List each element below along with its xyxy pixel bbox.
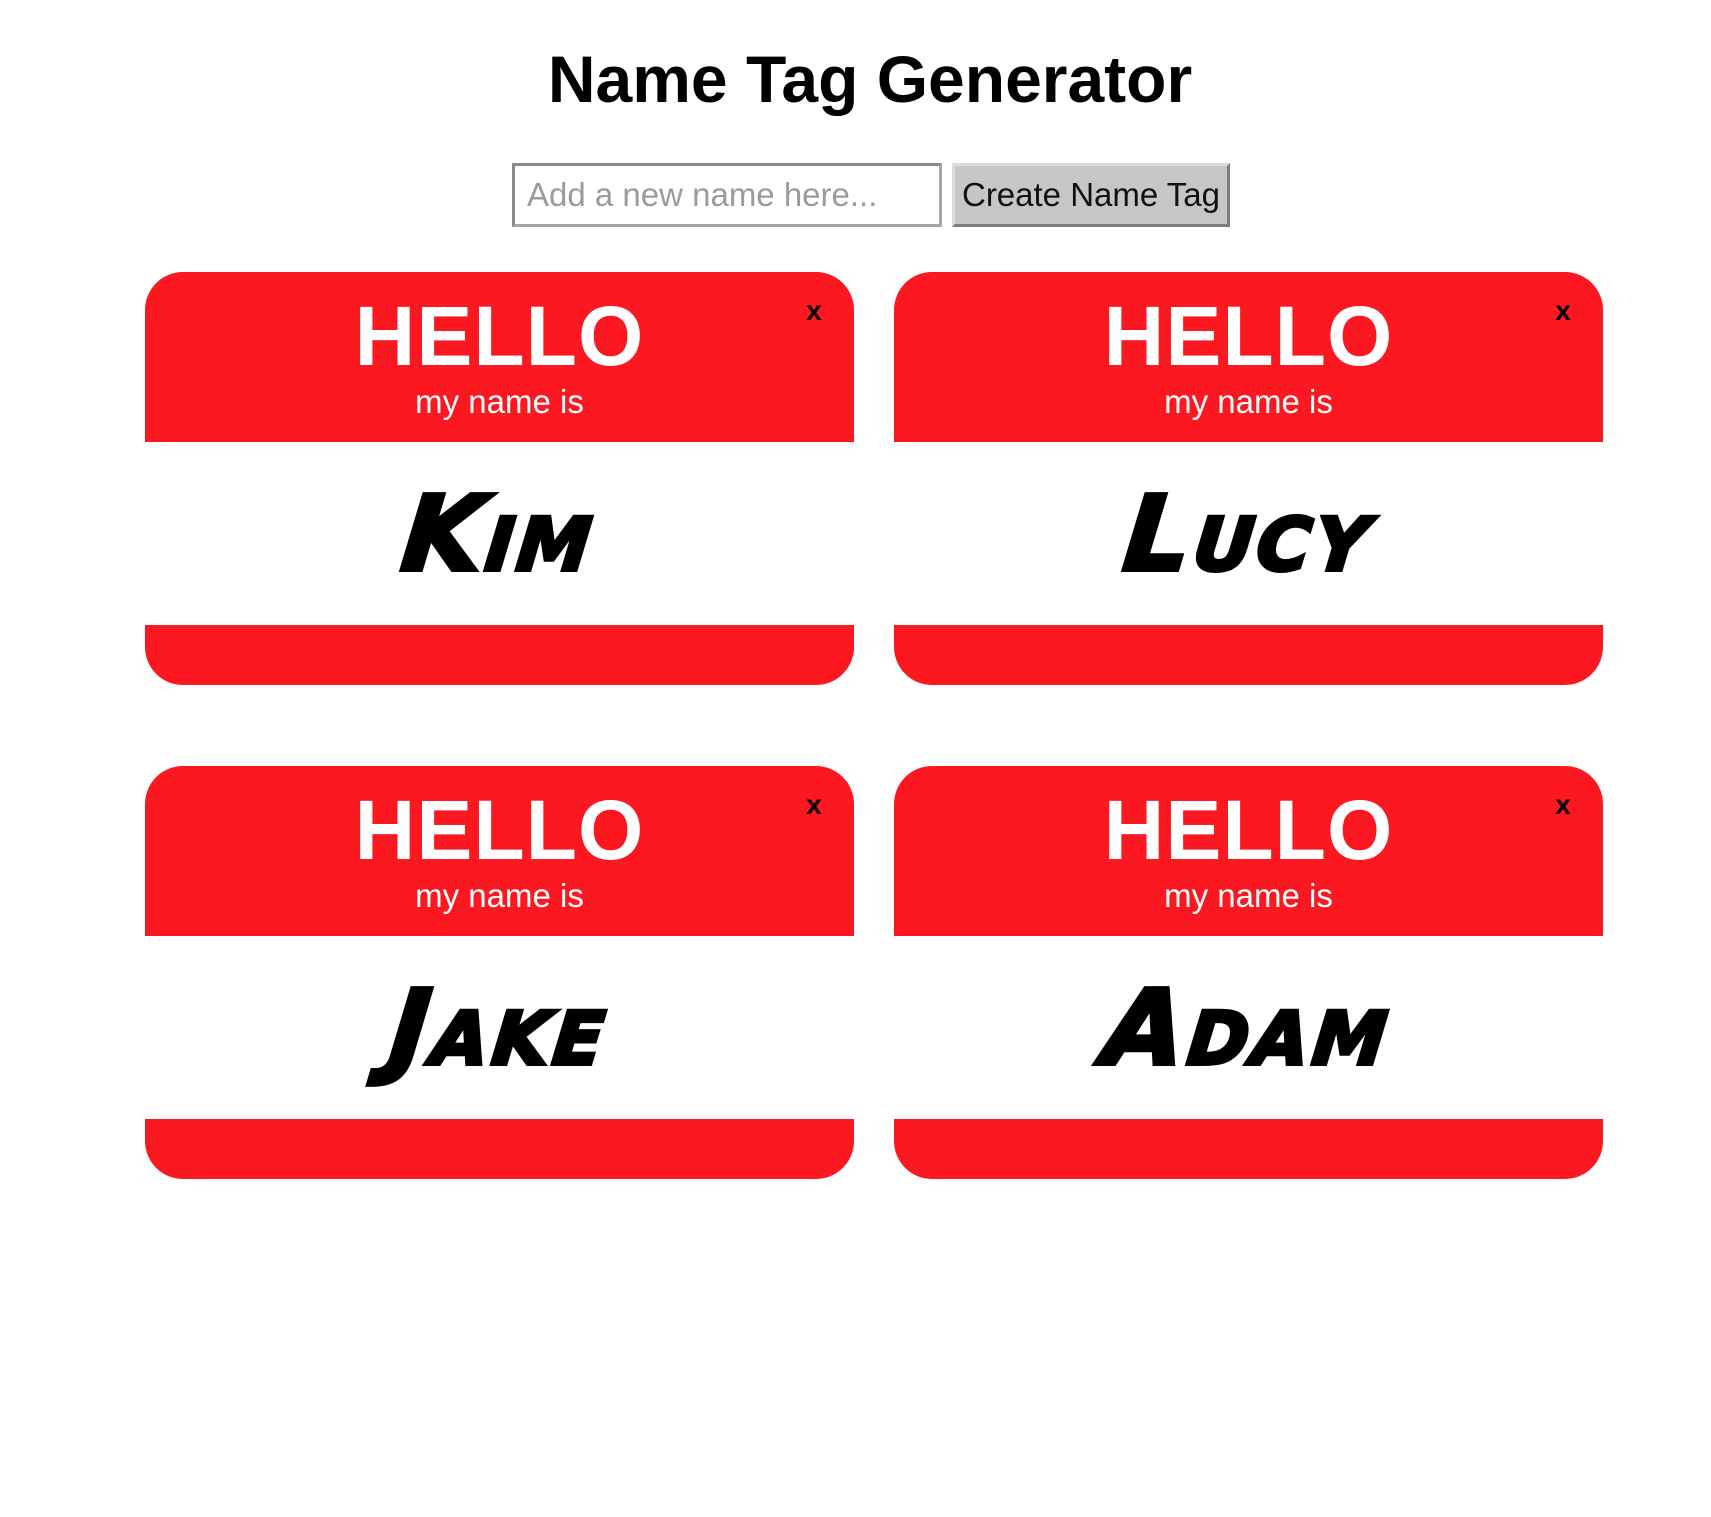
- create-name-tag-button[interactable]: Create Name Tag: [952, 163, 1230, 227]
- name-tag-body: Lucy: [894, 442, 1603, 625]
- name-tag: HELLO my name is x Adam: [894, 766, 1603, 1179]
- page: Name Tag Generator Create Name Tag HELLO…: [0, 0, 1711, 1517]
- name-tag: HELLO my name is x Jake: [145, 766, 854, 1179]
- name-tag-form: Create Name Tag: [512, 163, 1230, 227]
- name-tag-header: HELLO my name is: [894, 766, 1603, 936]
- name-tag-body: Adam: [894, 936, 1603, 1119]
- name-tag-name: Kim: [395, 471, 604, 597]
- name-input[interactable]: [512, 163, 942, 227]
- name-tag: HELLO my name is x Kim: [145, 272, 854, 685]
- delete-tag-button[interactable]: x: [799, 296, 829, 326]
- name-tag: HELLO my name is x Lucy: [894, 272, 1603, 685]
- hello-label: HELLO: [1103, 783, 1394, 877]
- my-name-is-label: my name is: [1164, 877, 1333, 914]
- name-tag-name: Jake: [382, 965, 616, 1091]
- my-name-is-label: my name is: [415, 383, 584, 420]
- name-tag-name: Adam: [1097, 965, 1400, 1091]
- delete-tag-button[interactable]: x: [1548, 296, 1578, 326]
- delete-tag-button[interactable]: x: [799, 790, 829, 820]
- page-title: Name Tag Generator: [547, 42, 1193, 116]
- name-tag-header: HELLO my name is: [145, 272, 854, 442]
- name-tag-grid: HELLO my name is x Kim HELLO my name is …: [145, 272, 1603, 1179]
- name-tag-name: Lucy: [1116, 471, 1381, 597]
- my-name-is-label: my name is: [415, 877, 584, 914]
- hello-label: HELLO: [354, 783, 645, 877]
- delete-tag-button[interactable]: x: [1548, 790, 1578, 820]
- name-tag-header: HELLO my name is: [145, 766, 854, 936]
- my-name-is-label: my name is: [1164, 383, 1333, 420]
- name-tag-body: Jake: [145, 936, 854, 1119]
- hello-label: HELLO: [1103, 289, 1394, 383]
- hello-label: HELLO: [354, 289, 645, 383]
- name-tag-body: Kim: [145, 442, 854, 625]
- name-tag-header: HELLO my name is: [894, 272, 1603, 442]
